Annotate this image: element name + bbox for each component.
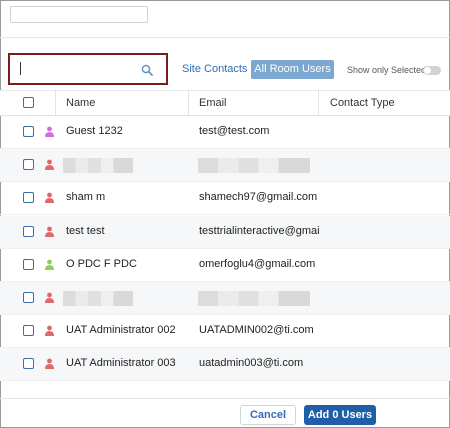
person-icon — [45, 292, 54, 303]
redacted-name — [63, 291, 133, 306]
table-row[interactable]: UAT Administrator 002 UATADMIN002@ti.com — [0, 315, 450, 348]
person-icon — [45, 325, 54, 336]
row-checkbox[interactable] — [23, 292, 34, 303]
select-all-checkbox[interactable] — [23, 97, 34, 108]
column-header-name[interactable]: Name — [66, 97, 95, 109]
member-name: UAT Administrator 002 — [66, 324, 176, 336]
column-header-contact-type[interactable]: Contact Type — [330, 97, 395, 109]
show-only-selected-toggle[interactable] — [423, 66, 441, 75]
footer-divider — [0, 398, 450, 399]
table-row[interactable] — [0, 282, 450, 315]
redacted-name — [63, 158, 133, 173]
member-email: testtrialinteractive@gmail.… — [199, 225, 319, 237]
column-separator — [188, 90, 189, 116]
add-users-button[interactable]: Add 0 Users — [304, 405, 376, 425]
row-checkbox[interactable] — [23, 259, 34, 270]
row-checkbox[interactable] — [23, 226, 34, 237]
table-row[interactable]: Guest 1232 test@test.com — [0, 116, 450, 149]
member-name: UAT Administrator 003 — [66, 357, 176, 369]
person-icon — [45, 358, 54, 369]
redacted-email — [198, 158, 310, 173]
column-separator — [318, 90, 319, 116]
row-checkbox[interactable] — [23, 192, 34, 203]
person-icon — [45, 226, 54, 237]
text-caret — [20, 62, 21, 75]
search-icon[interactable] — [141, 64, 153, 76]
member-email: UATADMIN002@ti.com — [199, 324, 314, 336]
person-icon — [45, 259, 54, 270]
member-name: sham m — [66, 191, 106, 203]
row-checkbox[interactable] — [23, 358, 34, 369]
column-header-email[interactable]: Email — [199, 97, 227, 109]
member-email: uatadmin003@ti.com — [199, 357, 304, 369]
title-divider — [0, 37, 450, 38]
member-name: test test — [66, 225, 105, 237]
tab-all-room-users[interactable]: All Room Users — [251, 60, 334, 79]
column-separator — [55, 90, 56, 116]
table-row[interactable]: UAT Administrator 003 uatadmin003@ti.com — [0, 348, 450, 381]
row-checkbox[interactable] — [23, 325, 34, 336]
tab-site-contacts[interactable]: Site Contacts — [182, 63, 247, 75]
member-email: shamech97@gmail.com — [199, 191, 318, 203]
member-name: Guest 1232 — [66, 125, 123, 137]
redacted-email — [198, 291, 310, 306]
member-name: O PDC F PDC — [66, 258, 137, 270]
member-email: test@test.com — [199, 125, 270, 137]
table-row[interactable]: sham m shamech97@gmail.com — [0, 182, 450, 215]
person-icon — [45, 126, 54, 137]
show-only-selected-label: Show only Selected — [347, 65, 427, 75]
table-row[interactable]: test test testtrialinteractive@gmail.… — [0, 216, 450, 249]
table-row[interactable] — [0, 149, 450, 182]
cancel-button[interactable]: Cancel — [240, 405, 296, 425]
member-email: omerfoglu4@gmail.com — [199, 258, 316, 270]
table-row[interactable]: O PDC F PDC omerfoglu4@gmail.com — [0, 249, 450, 282]
search-input[interactable] — [10, 6, 148, 23]
person-icon — [45, 159, 54, 170]
row-checkbox[interactable] — [23, 159, 34, 170]
row-checkbox[interactable] — [23, 126, 34, 137]
person-icon — [45, 192, 54, 203]
